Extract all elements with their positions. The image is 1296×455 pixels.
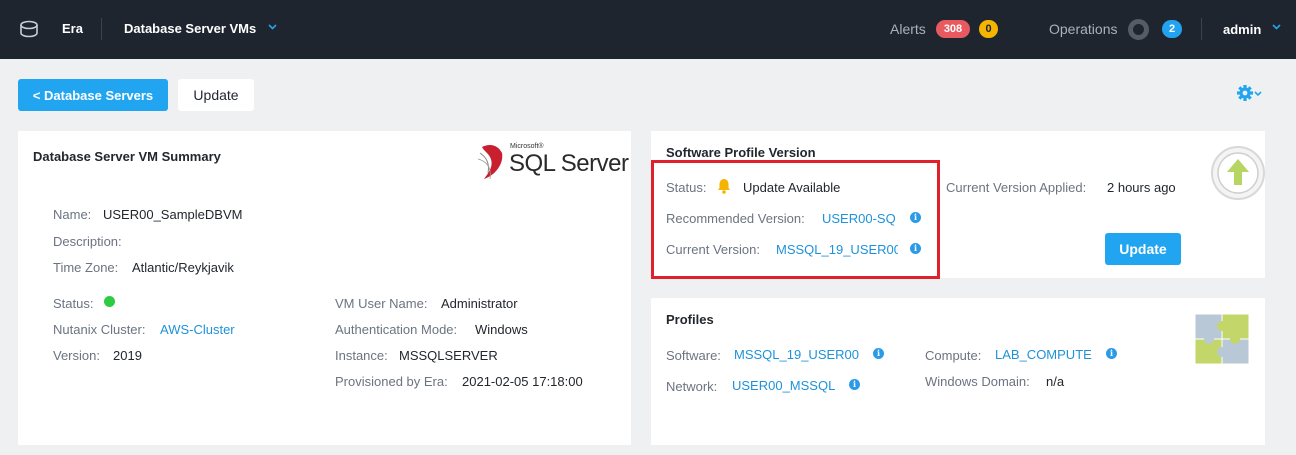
version-applied-value: 2 hours ago xyxy=(1107,180,1176,195)
page-selector[interactable]: Database Server VMs xyxy=(124,21,256,36)
gear-icon[interactable] xyxy=(1236,84,1264,102)
app-name[interactable]: Era xyxy=(62,21,83,36)
profiles-card: Profiles Software: MSSQL_19_USER00 i Net… xyxy=(651,298,1265,445)
info-icon[interactable]: i xyxy=(873,348,884,359)
top-navigation-bar: Era Database Server VMs Alerts 308 0 Ope… xyxy=(0,0,1296,59)
description-label: Description: xyxy=(53,234,122,249)
divider xyxy=(1201,18,1202,40)
vm-user-value: Administrator xyxy=(441,296,518,311)
auth-mode-label: Authentication Mode: xyxy=(335,322,458,337)
compute-profile-label: Compute: xyxy=(925,348,982,363)
logo-brand-text: Microsoft® xyxy=(510,143,544,150)
chevron-down-icon[interactable] xyxy=(268,24,277,30)
puzzle-icon xyxy=(1194,313,1250,365)
card-title: Profiles xyxy=(666,312,714,327)
provisioned-label: Provisioned by Era: xyxy=(335,374,448,389)
update-button[interactable]: Update xyxy=(178,79,254,111)
version-applied-label: Current Version Applied: xyxy=(946,180,1087,195)
status-label: Status: xyxy=(53,296,94,311)
version-label: Version: xyxy=(53,348,100,363)
software-profile-link[interactable]: MSSQL_19_USER00 xyxy=(734,347,859,362)
user-menu[interactable]: admin xyxy=(1223,22,1261,37)
compute-profile-link[interactable]: LAB_COMPUTE xyxy=(995,347,1092,362)
info-icon[interactable]: i xyxy=(1106,348,1117,359)
alerts-label[interactable]: Alerts xyxy=(890,21,926,37)
card-title: Database Server VM Summary xyxy=(33,149,221,164)
apply-update-button[interactable]: Update xyxy=(1105,233,1181,265)
version-value: 2019 xyxy=(113,348,142,363)
network-profile-link[interactable]: USER00_MSSQL xyxy=(732,378,835,393)
cluster-label: Nutanix Cluster: xyxy=(53,322,146,337)
database-icon[interactable] xyxy=(19,20,39,38)
back-to-database-servers-button[interactable]: < Database Servers xyxy=(18,79,168,111)
name-label: Name: xyxy=(53,207,92,222)
cluster-link[interactable]: AWS-Cluster xyxy=(160,322,235,337)
vm-user-label: VM User Name: xyxy=(335,296,428,311)
instance-label: Instance: xyxy=(335,348,388,363)
chevron-down-icon[interactable] xyxy=(1272,24,1281,30)
timezone-label: Time Zone: xyxy=(53,260,119,275)
windows-domain-value: n/a xyxy=(1046,374,1065,389)
status-online-icon xyxy=(104,296,115,307)
card-title: Software Profile Version xyxy=(666,145,816,160)
logo-product-text: SQL Server xyxy=(509,150,629,177)
upgrade-arrow-icon xyxy=(1211,146,1265,200)
operations-count-badge[interactable]: 2 xyxy=(1162,20,1182,38)
alerts-critical-badge[interactable]: 308 xyxy=(936,20,970,38)
provisioned-value: 2021-02-05 17:18:00 xyxy=(462,374,583,389)
operations-label[interactable]: Operations xyxy=(1049,21,1117,37)
software-profile-label: Software: xyxy=(666,348,721,363)
update-highlight-box xyxy=(651,160,940,279)
instance-value: MSSQLSERVER xyxy=(399,348,498,363)
divider xyxy=(101,18,102,40)
auth-mode-value: Windows xyxy=(475,322,528,337)
alerts-warning-badge[interactable]: 0 xyxy=(979,20,998,38)
operations-progress-icon[interactable] xyxy=(1128,19,1149,40)
network-profile-label: Network: xyxy=(666,379,718,394)
timezone-value: Atlantic/Reykjavik xyxy=(132,260,234,275)
name-value: USER00_SampleDBVM xyxy=(103,207,243,222)
server-vm-summary-card: Database Server VM Summary Microsoft® SQ… xyxy=(18,131,631,445)
windows-domain-label: Windows Domain: xyxy=(925,374,1030,389)
info-icon[interactable]: i xyxy=(849,379,860,390)
